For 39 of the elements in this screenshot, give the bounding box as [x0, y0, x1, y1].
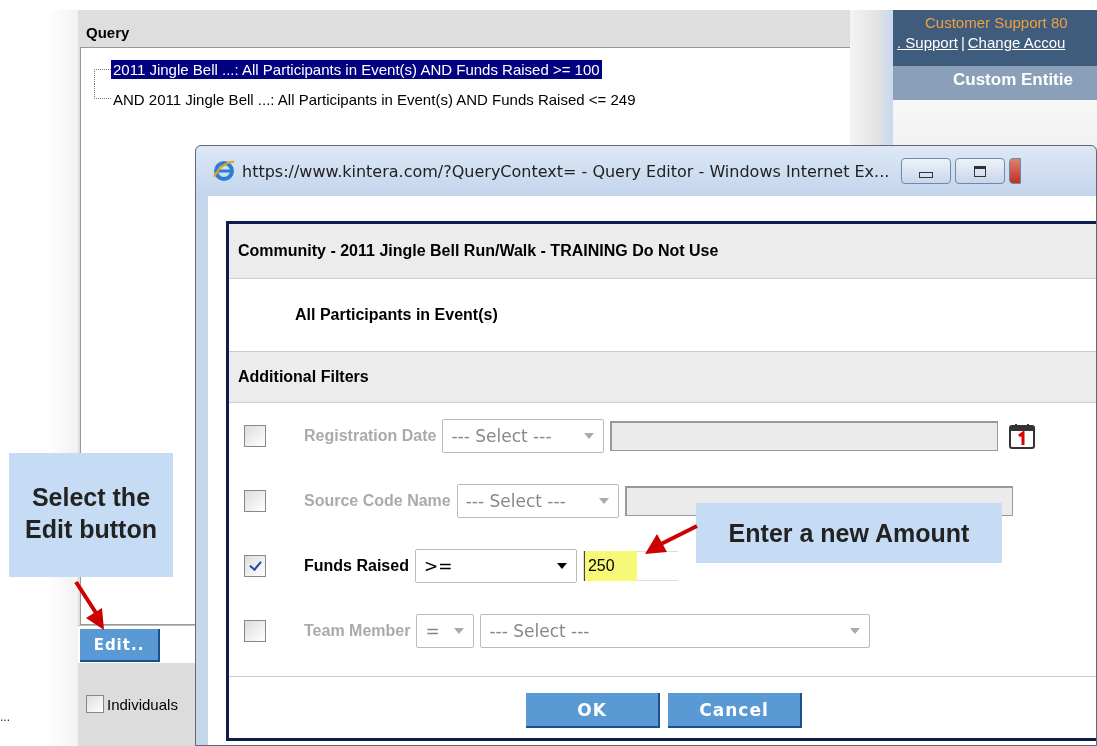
checkbox-label: Individuals	[107, 695, 178, 713]
window-title: https://www.kintera.com/?QueryContext= - Query Editor - Windows Internet Ex...	[242, 161, 890, 181]
header-link[interactable]: Change Accou	[967, 34, 1066, 51]
caret-icon	[597, 496, 610, 505]
filters-heading: Additional Filters	[229, 352, 1096, 403]
link-separator: |	[960, 34, 965, 51]
filter-label: Funds Raised	[304, 556, 409, 575]
checkbox[interactable]	[244, 554, 266, 577]
dialog-button[interactable]: OK	[526, 693, 660, 728]
arrow-icon	[643, 522, 699, 556]
support-text: Customer Support 80	[924, 14, 1069, 31]
tree-item[interactable]: AND 2011 Jingle Bell ...: All Participants in Event(s) AND Funds Raised <= 249	[111, 89, 638, 109]
caret-icon	[583, 431, 596, 440]
close-button[interactable]	[1009, 158, 1022, 184]
filter-label: Registration Date	[304, 426, 437, 445]
tree-connector	[93, 84, 111, 99]
editor-heading: Community - 2011 Jingle Bell Run/Walk - TRAINING Do Not Use	[229, 224, 1096, 279]
amount-field[interactable]: 250	[582, 550, 678, 581]
dialog-button[interactable]: Cancel	[668, 693, 802, 728]
dropdown[interactable]: >=	[414, 548, 577, 583]
filter-label: Source Code Name	[304, 491, 451, 510]
edit-button[interactable]: Edit..	[80, 629, 160, 662]
caret-icon	[849, 626, 862, 635]
tree-connector	[93, 69, 111, 84]
filter-label: Team Member	[304, 621, 411, 640]
section-header: Custom Entitie	[893, 66, 1097, 100]
calendar-icon[interactable]	[1008, 421, 1037, 450]
callout: Select the Edit button	[9, 453, 173, 577]
tree-item[interactable]: 2011 Jingle Bell ...: All Participants in Event(s) AND Funds Raised >= 100	[111, 59, 602, 79]
browser-icon	[212, 159, 236, 183]
ellipsis-text: ...	[0, 710, 11, 724]
text-field[interactable]	[610, 420, 999, 451]
caret-icon	[555, 561, 568, 570]
minimize-button[interactable]	[901, 158, 952, 184]
callout: Enter a new Amount	[696, 503, 1002, 563]
panel-title: Query	[85, 23, 131, 43]
header-link[interactable]: . Support	[897, 34, 958, 51]
restore-button[interactable]	[955, 158, 1006, 184]
checkbox[interactable]	[86, 695, 104, 713]
